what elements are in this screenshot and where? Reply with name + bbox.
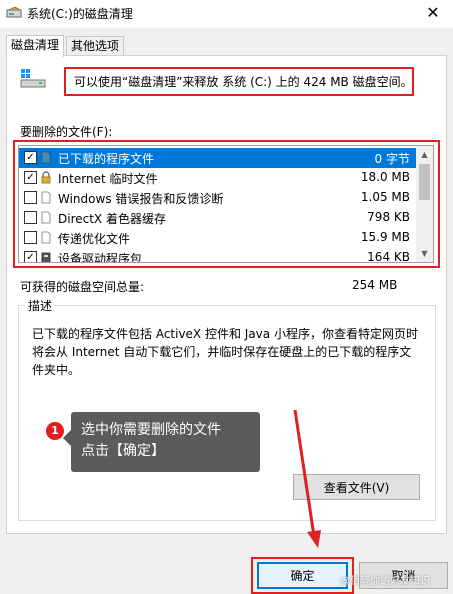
checkbox[interactable]: [24, 231, 37, 244]
file-list[interactable]: ✓ 已下载的程序文件 0 字节 ✓ Internet 临时文件 18.0 MB …: [18, 145, 434, 263]
file-size: 1.05 MB: [360, 190, 410, 204]
title-bar: 系统(C:)的磁盘清理 ✕: [0, 0, 453, 28]
disk-cleanup-icon: [6, 7, 22, 18]
tab-more-options[interactable]: 其他选项: [66, 36, 125, 56]
list-item[interactable]: ✓ 已下载的程序文件 0 字节: [19, 148, 416, 168]
list-item[interactable]: DirectX 着色器缓存 798 KB: [19, 208, 416, 228]
file-icon: [41, 231, 51, 244]
file-size: 0 字节: [374, 152, 410, 166]
close-icon[interactable]: ✕: [423, 4, 443, 22]
file-name: Windows 错误报告和反馈诊断: [58, 192, 224, 206]
files-label: 要删除的文件(F):: [20, 125, 113, 139]
file-name: 已下载的程序文件: [58, 152, 155, 166]
description-text: 已下载的程序文件包括 ActiveX 控件和 Java 小程序，你查看特定网页时…: [32, 327, 418, 377]
list-item[interactable]: 传递优化文件 15.9 MB: [19, 228, 416, 248]
scroll-up-icon[interactable]: ▲: [419, 149, 430, 160]
tooltip-line-2: 点击【确定】: [81, 443, 165, 459]
file-icon: [41, 211, 51, 224]
tooltip-pointer: [63, 430, 71, 446]
ok-button[interactable]: 确定: [257, 562, 348, 589]
checkbox[interactable]: [24, 211, 37, 224]
drive-icon: [20, 69, 46, 88]
list-item[interactable]: Windows 错误报告和反馈诊断 1.05 MB: [19, 188, 416, 208]
file-icon: [41, 151, 51, 164]
lock-icon: [41, 171, 51, 184]
instruction-tooltip: 选中你需要删除的文件 点击【确定】: [71, 412, 260, 472]
checkbox[interactable]: [24, 191, 37, 204]
file-size: 164 KB: [367, 250, 410, 263]
list-item[interactable]: ✓ Internet 临时文件 18.0 MB: [19, 168, 416, 188]
file-size: 18.0 MB: [360, 170, 410, 184]
window-title: 系统(C:)的磁盘清理: [27, 7, 133, 21]
scroll-thumb[interactable]: [419, 164, 430, 200]
list-scrollbar[interactable]: ▲ ▼: [416, 146, 433, 262]
file-icon: [41, 191, 51, 204]
tooltip-line-1: 选中你需要删除的文件: [81, 422, 221, 438]
file-name: Internet 临时文件: [58, 172, 158, 186]
package-icon: [41, 252, 51, 262]
file-name: DirectX 着色器缓存: [58, 212, 166, 226]
file-size: 15.9 MB: [360, 230, 410, 244]
list-item[interactable]: ✓ 设备驱动程序包 164 KB: [19, 248, 416, 263]
view-files-button[interactable]: 查看文件(V): [293, 474, 420, 500]
tab-disk-cleanup[interactable]: 磁盘清理: [6, 35, 65, 57]
step-badge: 1: [46, 422, 64, 440]
file-size: 798 KB: [367, 210, 410, 224]
checkbox[interactable]: ✓: [24, 171, 37, 184]
summary-text: 可以使用“磁盘清理”来释放 系统 (C:) 上的 424 MB 磁盘空间。: [74, 75, 413, 89]
scroll-down-icon[interactable]: ▼: [419, 248, 430, 259]
total-space-value: 254 MB: [352, 278, 398, 292]
description-title: 描述: [25, 297, 56, 314]
checkbox[interactable]: ✓: [24, 251, 37, 262]
total-space-label: 可获得的磁盘空间总量:: [20, 280, 145, 294]
summary-highlight: 可以使用“磁盘清理”来释放 系统 (C:) 上的 424 MB 磁盘空间。: [64, 67, 414, 96]
checkbox[interactable]: ✓: [24, 151, 37, 164]
file-name: 传递优化文件: [58, 232, 131, 246]
watermark: @佰晓你的好友知识: [340, 576, 430, 587]
file-name: 设备驱动程序包: [58, 252, 143, 263]
